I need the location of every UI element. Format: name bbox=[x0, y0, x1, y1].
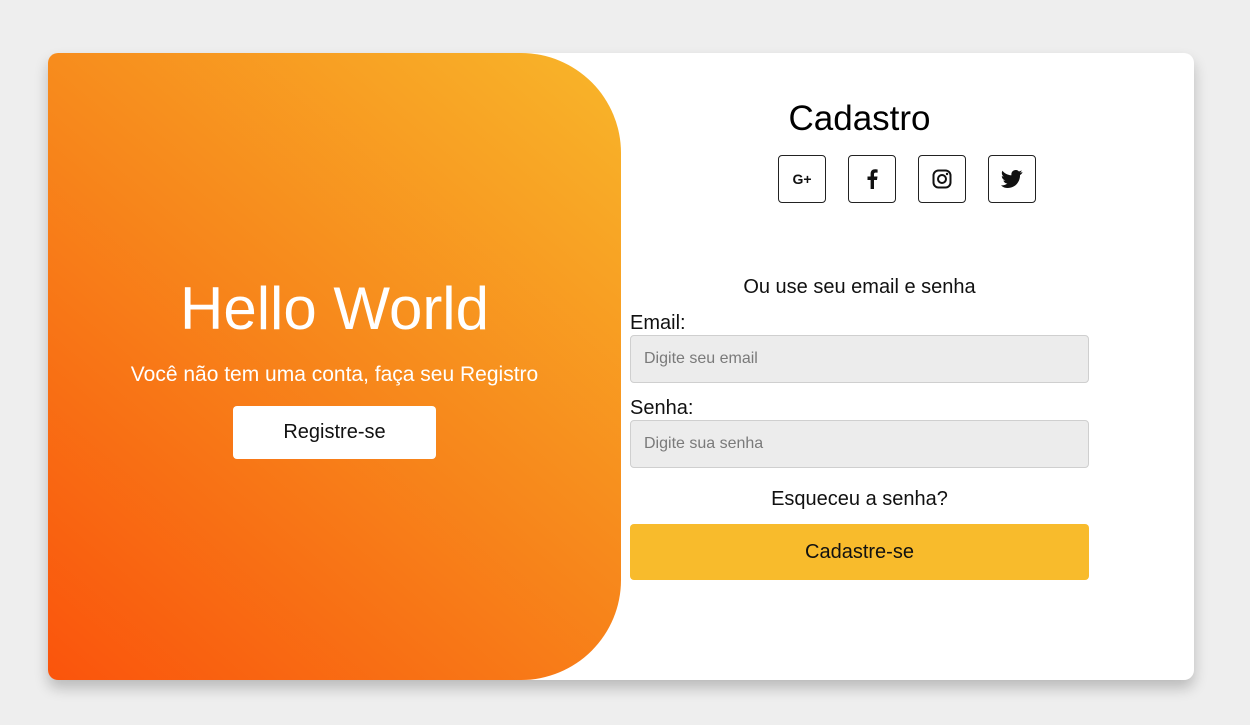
social-buttons: G+ bbox=[730, 155, 1036, 205]
forgot-password-link[interactable]: Esqueceu a senha? bbox=[573, 487, 1146, 511]
email-field[interactable] bbox=[630, 335, 1089, 383]
twitter-button[interactable] bbox=[988, 155, 1036, 203]
welcome-subtitle: Você não tem uma conta, faça seu Registr… bbox=[130, 363, 539, 386]
email-label: Email: bbox=[630, 312, 686, 334]
password-label: Senha: bbox=[630, 397, 694, 419]
submit-signup-button[interactable]: Cadastre-se bbox=[630, 524, 1089, 580]
google-plus-icon: G+ bbox=[791, 171, 813, 187]
google-plus-glyph: G+ bbox=[792, 171, 811, 187]
google-plus-button[interactable]: G+ bbox=[778, 155, 826, 203]
form-title: Cadastro bbox=[788, 99, 931, 138]
welcome-title: Hello World bbox=[180, 275, 489, 342]
facebook-icon bbox=[866, 169, 878, 189]
welcome-panel: Hello World Você não tem uma conta, faça… bbox=[48, 53, 621, 680]
register-button[interactable]: Registre-se bbox=[233, 406, 436, 459]
password-field[interactable] bbox=[630, 420, 1089, 468]
instagram-icon bbox=[932, 169, 952, 189]
alternate-login-text: Ou use seu email e senha bbox=[743, 276, 976, 298]
twitter-icon bbox=[1001, 170, 1023, 188]
instagram-button[interactable] bbox=[918, 155, 966, 203]
facebook-button[interactable] bbox=[848, 155, 896, 203]
